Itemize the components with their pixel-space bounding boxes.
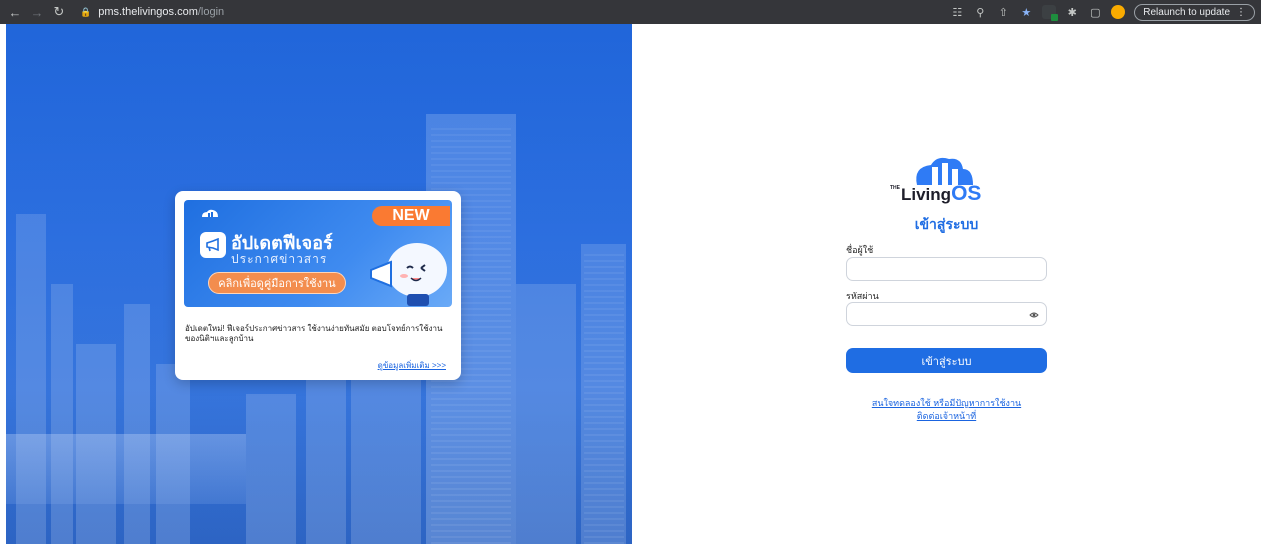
brand-wordmark: THELivingOS <box>890 182 981 206</box>
username-field[interactable] <box>846 257 1047 281</box>
url-path: /login <box>197 6 225 18</box>
back-arrow-icon[interactable]: ← <box>6 3 24 21</box>
eye-icon[interactable] <box>1029 310 1039 320</box>
url-host: pms.thelivingos.com <box>98 6 198 18</box>
forward-arrow-icon[interactable]: → <box>28 3 46 21</box>
zoom-icon[interactable]: ⚲ <box>973 5 987 19</box>
banner-subtitle: ประกาศข่าวสาร <box>231 252 328 266</box>
megaphone-icon <box>200 232 226 258</box>
new-badge: NEW <box>372 206 450 226</box>
more-info-link[interactable]: ดูข้อมูลเพิ่มเติม >>> <box>378 359 446 372</box>
mascot-icon <box>370 243 447 306</box>
announcement-card[interactable]: NEW อัปเดตฟีเจอร์ ประกาศข่าวสาร คลิกเพื่… <box>175 191 461 380</box>
reload-icon[interactable]: ↻ <box>50 3 68 21</box>
lock-icon: 🔒 <box>80 6 92 17</box>
announcement-banner[interactable]: NEW อัปเดตฟีเจอร์ ประกาศข่าวสาร คลิกเพื่… <box>184 200 452 307</box>
relaunch-label: Relaunch to update <box>1143 6 1230 18</box>
login-button[interactable]: เข้าสู่ระบบ <box>846 348 1047 373</box>
puzzle-icon[interactable]: ✱ <box>1065 5 1079 19</box>
share-icon[interactable]: ⇧ <box>996 5 1010 19</box>
address-bar[interactable]: 🔒 pms.thelivingos.com/login <box>80 6 224 18</box>
sidepanel-icon[interactable]: ▢ <box>1088 5 1102 19</box>
star-icon[interactable]: ★ <box>1019 5 1033 19</box>
more-menu-icon: ⋮ <box>1236 6 1246 18</box>
manual-button[interactable]: คลิกเพื่อดูคู่มือการใช้งาน <box>208 272 346 294</box>
brand-the: THE <box>890 185 900 191</box>
livingos-mini-logo <box>202 209 218 217</box>
login-panel <box>632 24 1261 544</box>
translate-icon[interactable]: ☷ <box>950 5 964 19</box>
username-label: ชื่อผู้ใช้ <box>846 245 874 255</box>
announcement-description: อัปเดตใหม่! ฟีเจอร์ประกาศข่าวสาร ใช้งานง… <box>185 324 443 343</box>
profile-avatar-icon[interactable] <box>1111 5 1126 19</box>
login-title: เข้าสู่ระบบ <box>914 216 979 232</box>
browser-toolbar: ← → ↻ 🔒 pms.thelivingos.com/login ☷ ⚲ ⇧ … <box>0 0 1261 24</box>
extension-icon[interactable] <box>1042 5 1059 21</box>
relaunch-button[interactable]: Relaunch to update ⋮ <box>1134 3 1255 21</box>
password-field[interactable] <box>846 302 1047 326</box>
trial-contact-link[interactable]: สนใจทดลองใช้ หรือมีปัญหาการใช้งาน <box>846 396 1047 410</box>
brand-living: Living <box>901 185 952 204</box>
contact-staff-link[interactable]: ติดต่อเจ้าหน้าที่ <box>846 409 1047 423</box>
password-label: รหัสผ่าน <box>846 291 879 301</box>
brand-os: OS <box>951 182 982 205</box>
